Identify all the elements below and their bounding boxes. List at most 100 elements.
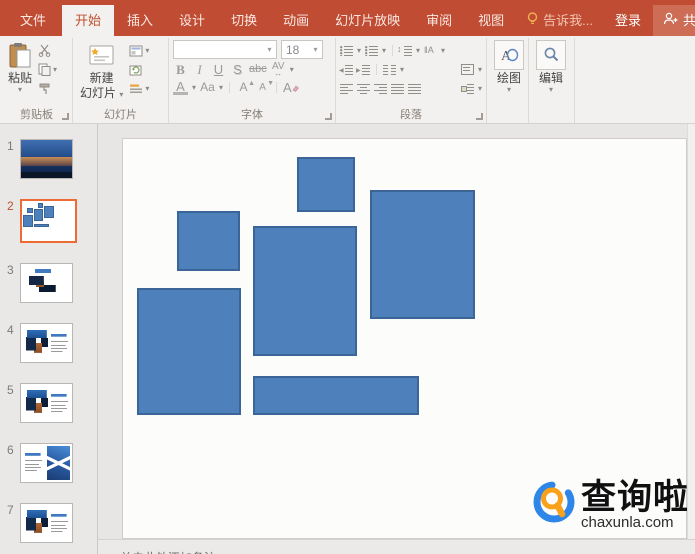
slide-thumbnail-2[interactable] <box>20 199 77 243</box>
bullets-icon[interactable] <box>340 45 353 56</box>
distribute-icon[interactable] <box>408 83 421 94</box>
font-size-combobox[interactable]: 18 ▾ <box>281 40 323 59</box>
slide-thumbnail-4[interactable] <box>20 323 73 363</box>
reset-slide-button[interactable] <box>129 62 149 77</box>
underline-button[interactable]: U <box>211 62 226 77</box>
chevron-down-icon: ▾ <box>219 83 224 92</box>
slide-shape-1[interactable] <box>297 157 355 212</box>
slide-thumbnail-7[interactable] <box>20 503 73 543</box>
tab-insert[interactable]: 插入 <box>114 5 166 36</box>
watermark: 查询啦 chaxunla.com <box>532 477 689 532</box>
slide-shape-6[interactable] <box>253 376 419 415</box>
text-direction-icon[interactable] <box>424 45 437 56</box>
change-case-button[interactable]: Aa <box>200 80 215 95</box>
tab-file[interactable]: 文件 <box>4 5 62 36</box>
ribbon-group-editing: 编辑 ▾ <box>529 38 575 123</box>
numbering-icon[interactable] <box>365 45 379 56</box>
divider <box>276 82 278 93</box>
clear-formatting-button[interactable]: A <box>283 80 299 95</box>
ribbon-group-drawing: A 绘图 ▾ <box>487 38 529 123</box>
chaxunla-logo-icon <box>532 477 578 532</box>
slide-thumb-row-7: 7 <box>0 503 97 543</box>
ribbon-group-clipboard: 粘贴 ▾ ▾ 剪贴板 <box>1 38 73 123</box>
line-spacing-icon[interactable] <box>397 44 413 56</box>
character-spacing-button[interactable]: AV ↔ <box>271 61 286 77</box>
decrease-indent-icon[interactable] <box>339 64 353 75</box>
font-name-combobox[interactable]: ▾ <box>173 40 277 59</box>
align-center-icon[interactable] <box>357 83 370 94</box>
slide-shape-4[interactable] <box>370 190 475 319</box>
slide-thumbnail-6[interactable] <box>20 443 73 483</box>
mini-shape <box>26 207 33 214</box>
tab-animations[interactable]: 动画 <box>270 5 322 36</box>
paste-clipboard-icon <box>9 40 32 70</box>
slide-layout-button[interactable]: ▾ <box>129 43 149 58</box>
tell-me-label: 告诉我... <box>543 13 593 28</box>
editing-button[interactable]: 编辑 ▾ <box>533 40 569 109</box>
slide-thumbnail-3[interactable] <box>20 263 73 303</box>
main-area: 1 2 3 4 5 6 7 查询啦 chaxunla.com 单击此处添加备注 <box>0 124 695 554</box>
new-slide-button[interactable]: 新建 幻灯片 ▾ <box>77 40 126 109</box>
chevron-down-icon: ▾ <box>145 46 150 55</box>
chevron-down-icon: ▾ <box>267 45 272 54</box>
columns-icon[interactable] <box>383 64 396 75</box>
tab-slideshow[interactable]: 幻灯片放映 <box>322 5 413 36</box>
chevron-down-icon: ▾ <box>145 84 150 93</box>
slide-panel: 1 2 3 4 5 6 7 <box>0 124 98 554</box>
convert-to-smartart-icon[interactable] <box>460 83 474 94</box>
tab-view[interactable]: 视图 <box>465 5 517 36</box>
chevron-down-icon: ▾ <box>441 46 446 55</box>
chevron-down-icon: ▾ <box>313 45 318 54</box>
bold-button[interactable]: B <box>173 62 188 77</box>
paragraph-dialog-launcher[interactable] <box>476 113 483 120</box>
section-button[interactable]: ▾ <box>129 81 149 96</box>
chevron-down-icon: ▾ <box>506 85 511 94</box>
format-painter-button[interactable] <box>38 81 57 96</box>
align-right-icon[interactable] <box>374 83 387 94</box>
chevron-down-icon: ▾ <box>289 65 294 74</box>
paste-button[interactable]: 粘贴 ▾ <box>5 40 35 109</box>
reset-icon <box>129 65 142 75</box>
clipboard-dialog-launcher[interactable] <box>62 113 69 120</box>
shrink-font-button[interactable]: A ▼ <box>255 80 274 95</box>
notes-placeholder: 单击此处添加备注 <box>120 540 216 554</box>
align-text-icon[interactable] <box>460 64 474 75</box>
align-left-icon[interactable] <box>340 83 353 94</box>
tab-design[interactable]: 设计 <box>166 5 218 36</box>
vertical-scrollbar[interactable] <box>687 124 695 539</box>
strikethrough-button[interactable]: abc <box>249 62 267 77</box>
font-color-button[interactable]: A <box>173 80 188 95</box>
increase-indent-icon[interactable] <box>356 64 370 75</box>
slide-thumbnail-5[interactable] <box>20 383 73 423</box>
chevron-down-icon: ▾ <box>53 65 58 74</box>
magnifier-icon <box>536 40 566 70</box>
tab-review[interactable]: 审阅 <box>413 5 465 36</box>
slide-thumbnail-1[interactable] <box>20 139 73 179</box>
justify-icon[interactable] <box>391 83 404 94</box>
slide-shape-5[interactable] <box>137 288 241 415</box>
watermark-domain: chaxunla.com <box>580 513 674 531</box>
tab-transitions[interactable]: 切换 <box>218 5 270 36</box>
slide-shape-2[interactable] <box>177 211 240 271</box>
lightbulb-icon <box>527 11 538 28</box>
sign-in-button[interactable]: 登录 <box>603 5 653 36</box>
slide-number: 3 <box>7 263 14 277</box>
slide-shape-3[interactable] <box>253 226 357 356</box>
text-shadow-button[interactable]: S <box>230 62 245 77</box>
tell-me-box[interactable]: 告诉我... <box>517 5 603 36</box>
slides-group-label: 幻灯片 <box>104 109 137 121</box>
format-painter-icon <box>39 83 50 94</box>
layout-icon <box>129 45 143 56</box>
grow-font-button[interactable]: A ▲ <box>236 80 256 95</box>
slide-canvas[interactable]: 查询啦 chaxunla.com <box>122 138 689 539</box>
titlebar-right: 登录 共享 <box>603 5 695 36</box>
font-dialog-launcher[interactable] <box>325 113 332 120</box>
share-button[interactable]: 共享 <box>653 5 695 36</box>
italic-button[interactable]: I <box>192 62 207 77</box>
tab-home[interactable]: 开始 <box>62 5 115 36</box>
cut-button[interactable] <box>38 43 57 58</box>
copy-button[interactable]: ▾ <box>38 62 57 77</box>
notes-pane[interactable]: 单击此处添加备注 <box>98 539 695 554</box>
share-label: 共享 <box>683 13 695 28</box>
drawing-button[interactable]: A 绘图 ▾ <box>491 40 527 109</box>
